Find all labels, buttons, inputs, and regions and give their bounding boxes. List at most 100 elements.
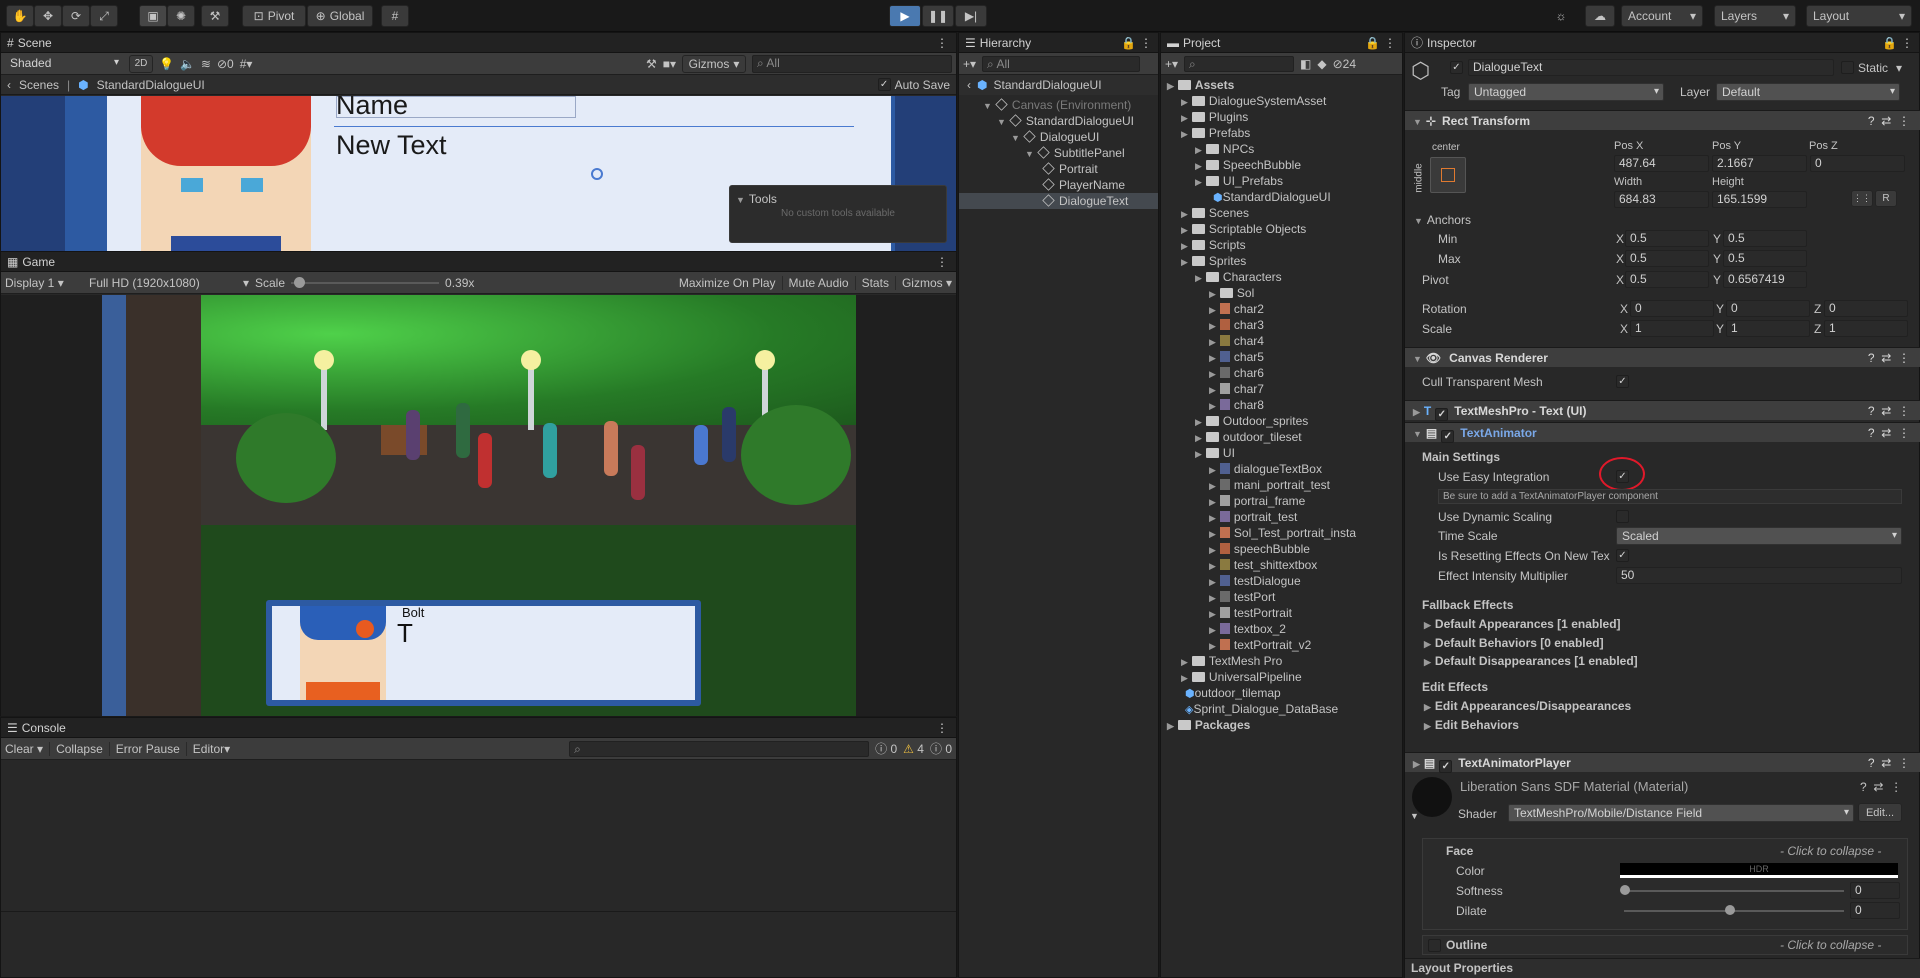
kebab-menu-icon[interactable]: ⋮ bbox=[936, 721, 948, 735]
project-item[interactable]: ▶ Sprites bbox=[1161, 253, 1402, 269]
softness-input[interactable]: 0 bbox=[1850, 882, 1900, 899]
expand-triangle-icon[interactable]: ▶ bbox=[1181, 657, 1188, 667]
expand-triangle-icon[interactable]: ▶ bbox=[1209, 545, 1216, 555]
project-item[interactable]: ▶ textbox_2 bbox=[1161, 621, 1402, 637]
hierarchy-item[interactable]: ▼ Canvas (Environment) bbox=[959, 97, 1158, 113]
hierarchy-item[interactable]: PlayerName bbox=[959, 177, 1158, 193]
expand-triangle-icon[interactable]: ▼ bbox=[997, 117, 1006, 127]
sun-icon[interactable]: ☼ bbox=[1547, 5, 1575, 27]
scale-z-input[interactable]: 1 bbox=[1824, 320, 1908, 337]
project-tab[interactable]: ▬ Project 🔒 ⋮ bbox=[1161, 33, 1402, 53]
project-item[interactable]: ▶ testPortrait bbox=[1161, 605, 1402, 621]
tmp-enabled-checkbox[interactable]: ✓ bbox=[1435, 408, 1449, 421]
face-collapse-hint[interactable]: - Click to collapse - bbox=[1780, 843, 1881, 859]
project-item[interactable]: ▶ portrait_test bbox=[1161, 509, 1402, 525]
project-item[interactable]: ▶ DialogueSystemAsset bbox=[1161, 93, 1402, 109]
expand-triangle-icon[interactable]: ▶ bbox=[1181, 225, 1188, 235]
dynamic-scaling-checkbox[interactable] bbox=[1616, 510, 1629, 523]
layer-dropdown[interactable]: Default bbox=[1716, 83, 1900, 101]
auto-save-toggle[interactable]: ✓ Auto Save bbox=[877, 78, 950, 92]
default-behaviors-foldout[interactable]: ▶ Default Behaviors [0 enabled] bbox=[1424, 635, 1604, 651]
project-item[interactable]: ▶ testPort bbox=[1161, 589, 1402, 605]
rotation-y-input[interactable]: 0 bbox=[1726, 300, 1810, 317]
breadcrumb-scenes[interactable]: Scenes bbox=[19, 78, 59, 92]
anchor-min-x-input[interactable]: 0.5 bbox=[1625, 230, 1709, 247]
rect-tool-icon[interactable]: ▣ bbox=[139, 5, 167, 27]
kebab-menu-icon[interactable]: ⋮ bbox=[936, 36, 948, 50]
scale-tool-icon[interactable]: ⤢ bbox=[90, 5, 118, 27]
component-actions-icon[interactable]: ? ⇄ ⋮ bbox=[1868, 348, 1910, 368]
scene-tab[interactable]: # Scene ⋮ bbox=[1, 33, 956, 53]
step-button[interactable]: ▶| bbox=[955, 5, 987, 27]
project-item[interactable]: ▶ char3 bbox=[1161, 317, 1402, 333]
expand-triangle-icon[interactable]: ▼ bbox=[1011, 133, 1020, 143]
hierarchy-search-input[interactable]: ⌕ All bbox=[982, 55, 1141, 72]
blueprint-mode-icon[interactable]: ⋮⋮ bbox=[1851, 190, 1873, 207]
project-item[interactable]: ▶ portrai_frame bbox=[1161, 493, 1402, 509]
effect-intensity-input[interactable]: 50 bbox=[1616, 567, 1902, 584]
canvas-renderer-header[interactable]: ▼ 👁 Canvas Renderer ? ⇄ ⋮ bbox=[1405, 347, 1920, 367]
expand-triangle-icon[interactable]: ▶ bbox=[1209, 577, 1216, 587]
cloud-icon[interactable]: ☁ bbox=[1585, 5, 1615, 27]
project-item[interactable]: ▶ Plugins bbox=[1161, 109, 1402, 125]
expand-triangle-icon[interactable]: ▶ bbox=[1209, 641, 1216, 651]
kebab-menu-icon[interactable]: ⋮ bbox=[1901, 36, 1913, 50]
expand-triangle-icon[interactable]: ▶ bbox=[1209, 609, 1216, 619]
display-dropdown[interactable]: Display 1 ▾ bbox=[5, 276, 83, 290]
softness-slider-thumb[interactable] bbox=[1620, 885, 1630, 895]
light-icon[interactable]: 💡 bbox=[159, 57, 174, 71]
project-item[interactable]: ⬢ outdoor_tilemap bbox=[1161, 685, 1402, 701]
default-disappearances-foldout[interactable]: ▶ Default Disappearances [1 enabled] bbox=[1424, 653, 1638, 669]
chevron-down-icon[interactable]: ▾ bbox=[1896, 60, 1902, 76]
pause-button[interactable]: ❚❚ bbox=[922, 5, 954, 27]
project-search-input[interactable]: ⌕ bbox=[1184, 55, 1295, 72]
project-item[interactable]: ▶ Scripts bbox=[1161, 237, 1402, 253]
collapse-triangle-icon[interactable]: ▼ bbox=[736, 195, 745, 205]
project-item[interactable]: ▶ test_shittextbox bbox=[1161, 557, 1402, 573]
2d-toggle[interactable]: 2D bbox=[129, 54, 153, 73]
rect-transform-header[interactable]: ▼ ⊹ Rect Transform ? ⇄ ⋮ bbox=[1405, 110, 1920, 130]
width-input[interactable]: 684.83 bbox=[1614, 191, 1709, 208]
shader-dropdown[interactable]: TextMeshPro/Mobile/Distance Field bbox=[1508, 804, 1854, 822]
expand-triangle-icon[interactable]: ▶ bbox=[1181, 129, 1188, 139]
stats-button[interactable]: Stats bbox=[854, 275, 889, 290]
project-item[interactable]: ▶ Sol_Test_portrait_insta bbox=[1161, 525, 1402, 541]
project-item[interactable]: ▶ Scenes bbox=[1161, 205, 1402, 221]
face-color-swatch[interactable]: HDR bbox=[1620, 863, 1898, 878]
hidden-objects-icon[interactable]: ⊘0 bbox=[217, 57, 234, 71]
component-actions-icon[interactable]: ? ⇄ ⋮ bbox=[1868, 753, 1910, 773]
rotation-z-input[interactable]: 0 bbox=[1824, 300, 1908, 317]
default-appearances-foldout[interactable]: ▶ Default Appearances [1 enabled] bbox=[1424, 616, 1621, 632]
audio-icon[interactable]: 🔈 bbox=[180, 57, 195, 71]
expand-triangle-icon[interactable]: ▶ bbox=[1195, 145, 1202, 155]
time-scale-dropdown[interactable]: Scaled bbox=[1616, 527, 1902, 545]
rotation-x-input[interactable]: 0 bbox=[1630, 300, 1714, 317]
grid-snap-icon[interactable]: # bbox=[381, 5, 409, 27]
softness-slider-track[interactable] bbox=[1624, 890, 1844, 892]
log-count[interactable]: ⓘ 0 bbox=[875, 740, 897, 757]
expand-triangle-icon[interactable]: ▶ bbox=[1209, 513, 1216, 523]
game-tab[interactable]: ▦ Game ⋮ bbox=[1, 252, 956, 272]
grid-visibility-icon[interactable]: #▾ bbox=[240, 57, 253, 71]
hierarchy-item[interactable]: Portrait bbox=[959, 161, 1158, 177]
expand-triangle-icon[interactable]: ▶ bbox=[1181, 673, 1188, 683]
hierarchy-item[interactable]: ▼ SubtitlePanel bbox=[959, 145, 1158, 161]
maximize-on-play-button[interactable]: Maximize On Play bbox=[679, 276, 776, 290]
project-item[interactable]: ▶ Assets bbox=[1161, 77, 1402, 93]
project-item[interactable]: ▶ char2 bbox=[1161, 301, 1402, 317]
project-item[interactable]: ▶ char5 bbox=[1161, 349, 1402, 365]
edit-shader-button[interactable]: Edit... bbox=[1858, 803, 1902, 822]
project-item[interactable]: ▶ speechBubble bbox=[1161, 541, 1402, 557]
component-actions-icon[interactable]: ? ⇄ ⋮ bbox=[1860, 779, 1902, 795]
expand-triangle-icon[interactable]: ▶ bbox=[1209, 337, 1216, 347]
expand-triangle-icon[interactable]: ▶ bbox=[1181, 209, 1188, 219]
pos-x-input[interactable]: 487.64 bbox=[1614, 155, 1709, 172]
error-count[interactable]: ⓘ 0 bbox=[930, 740, 952, 757]
dilate-input[interactable]: 0 bbox=[1850, 902, 1900, 919]
expand-triangle-icon[interactable]: ▶ bbox=[1209, 529, 1216, 539]
expand-triangle-icon[interactable]: ▶ bbox=[1209, 305, 1216, 315]
collapse-triangle-icon[interactable]: ▼ bbox=[1410, 808, 1419, 824]
global-toggle[interactable]: ⊕ Global bbox=[307, 5, 373, 27]
edit-behaviors-foldout[interactable]: ▶ Edit Behaviors bbox=[1424, 717, 1519, 733]
expand-triangle-icon[interactable]: ▶ bbox=[1181, 113, 1188, 123]
